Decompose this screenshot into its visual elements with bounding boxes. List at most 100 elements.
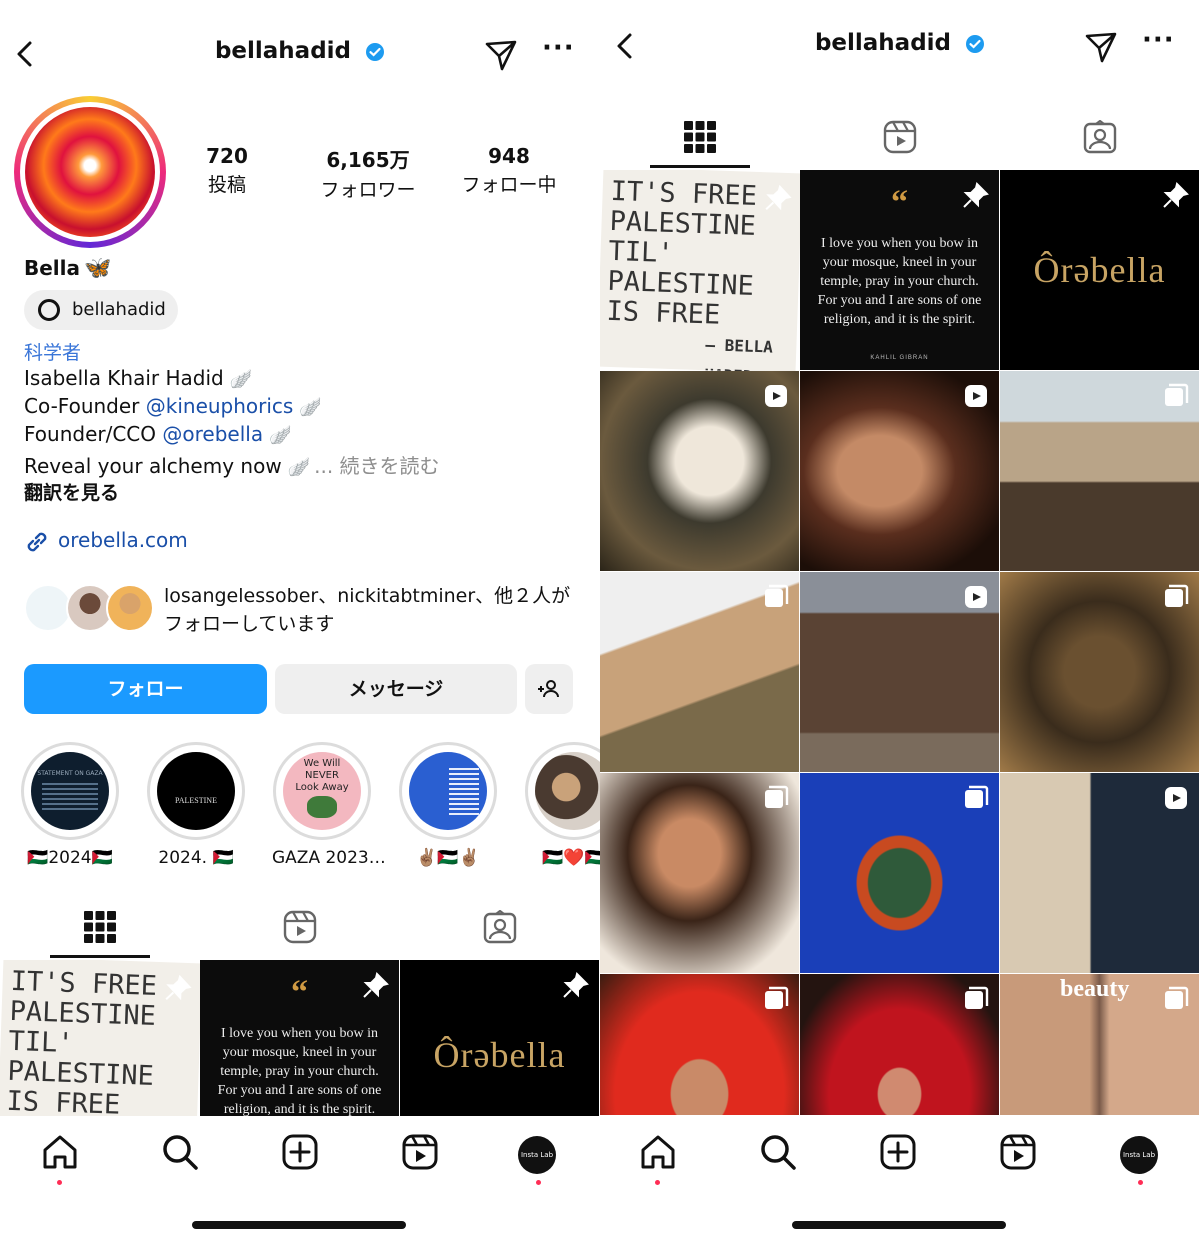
post-tile[interactable] <box>600 371 799 571</box>
nav-search[interactable] <box>758 1132 798 1172</box>
profile-avatar[interactable] <box>14 96 166 248</box>
highlight-cover-text: Look Away <box>295 782 349 793</box>
grid-icon <box>84 911 116 943</box>
highlight-item[interactable]: PALESTINE 2024. 🇵🇸 <box>146 742 246 868</box>
carousel-badge-icon <box>765 584 789 607</box>
send-icon[interactable] <box>484 38 518 72</box>
post-tile[interactable]: IT'S FREE PALESTINE TIL' PALESTINE IS FR… <box>0 960 203 1116</box>
wing-emoji: 🪽 <box>287 457 311 478</box>
stat-posts[interactable]: 720 投稿 <box>188 144 266 197</box>
posts-grid: IT'S FREE PALESTINE TIL' PALESTINE IS FR… <box>0 960 600 1116</box>
followed-by-row[interactable]: losangelessober、nickitabtminer、他２人がフォローし… <box>24 580 584 640</box>
stat-following-value: 948 <box>488 144 530 168</box>
post-tile[interactable]: Ôrəbella <box>400 960 599 1116</box>
bio-text-2: Co-Founder <box>24 394 146 418</box>
post-tile[interactable] <box>1000 572 1199 772</box>
link-icon <box>27 532 47 551</box>
highlight-item[interactable]: ✌🏽🇵🇸✌🏽 <box>398 742 498 868</box>
sign-text: IS FREE <box>605 295 721 331</box>
pin-icon <box>963 182 989 208</box>
carousel-badge-icon <box>765 986 789 1009</box>
more-options-icon[interactable]: ··· <box>542 35 574 66</box>
send-icon[interactable] <box>1084 30 1118 64</box>
highlight-item[interactable]: 🇵🇸❤️🇵🇸 <box>524 742 600 868</box>
bio-line-2: Co-Founder @kineuphorics 🪽 <box>24 394 322 418</box>
nav-search[interactable] <box>160 1132 200 1172</box>
top-bar: bellahadid ··· <box>0 24 600 84</box>
post-tile[interactable] <box>800 371 999 571</box>
stat-following-label: フォロー中 <box>461 174 557 196</box>
verified-badge-icon <box>966 34 985 53</box>
bio-text-4: Reveal your alchemy now <box>24 454 282 478</box>
home-icon <box>641 1135 675 1169</box>
tab-posts[interactable] <box>600 108 800 168</box>
website-link-text: orebella.com <box>58 528 188 552</box>
tab-posts[interactable] <box>0 898 200 958</box>
sign-text: TIL' PALESTINE <box>607 235 755 302</box>
butterfly-emoji: 🦋 <box>84 256 112 281</box>
tab-reels[interactable] <box>200 898 400 958</box>
highlight-cover-text: NEVER <box>305 770 339 781</box>
brand-logo-text: Ôrəbella <box>433 1035 566 1075</box>
stat-posts-value: 720 <box>206 144 248 168</box>
highlight-label: 🇵🇸2024🇵🇸 <box>27 848 113 868</box>
post-tile[interactable] <box>600 773 799 973</box>
content-tabs <box>600 108 1200 168</box>
post-tile[interactable] <box>800 773 999 973</box>
post-tile[interactable] <box>600 974 799 1115</box>
nav-reels[interactable] <box>998 1132 1038 1172</box>
threads-badge[interactable]: bellahadid <box>24 290 178 330</box>
stat-followers-value: 6,165万 <box>326 148 410 172</box>
highlight-item[interactable]: We Will NEVER Look Away GAZA 2023… <box>272 742 386 868</box>
highlight-label: GAZA 2023… <box>272 848 386 868</box>
nav-profile[interactable]: Insta Lab <box>1120 1132 1160 1185</box>
pin-icon <box>1163 182 1189 208</box>
pin-icon <box>765 184 792 211</box>
post-tile[interactable] <box>600 572 799 772</box>
wing-emoji: 🪽 <box>229 369 253 390</box>
nav-create[interactable] <box>878 1132 918 1172</box>
add-user-button[interactable] <box>525 664 573 714</box>
post-tile[interactable] <box>1000 773 1199 973</box>
pin-icon <box>363 972 389 998</box>
follow-button[interactable]: フォロー <box>24 664 267 714</box>
tab-tagged[interactable] <box>400 898 600 958</box>
post-tile[interactable]: “ I love you when you bow in your mosque… <box>200 960 399 1116</box>
highlight-item[interactable]: STATEMENT ON GAZA 🇵🇸2024🇵🇸 <box>20 742 120 868</box>
mention-kineuphorics[interactable]: @kineuphorics <box>146 394 294 418</box>
stat-posts-label: 投稿 <box>207 174 246 196</box>
carousel-badge-icon <box>965 986 989 1009</box>
post-tile[interactable]: Ôrəbella <box>1000 170 1199 370</box>
carousel-badge-icon <box>765 785 789 808</box>
nav-reels[interactable] <box>400 1132 440 1172</box>
profile-avatar-icon: Insta Lab <box>518 1136 556 1174</box>
highlight-label: 🇵🇸❤️🇵🇸 <box>542 848 600 868</box>
nav-create[interactable] <box>280 1132 320 1172</box>
bio-line-4: Reveal your alchemy now 🪽... 続きを読む <box>24 450 440 479</box>
tagged-icon <box>483 910 517 944</box>
more-options-icon[interactable]: ··· <box>1142 27 1174 58</box>
see-translation-link[interactable]: 翻訳を見る <box>24 478 119 505</box>
nav-home[interactable] <box>40 1132 80 1185</box>
post-tile[interactable] <box>800 974 999 1115</box>
quote-text: I love you when you bow in your mosque, … <box>817 236 982 327</box>
website-link[interactable]: orebella.com <box>24 528 188 555</box>
reel-badge-icon <box>965 385 987 407</box>
message-button[interactable]: メッセージ <box>275 664 517 714</box>
stat-following[interactable]: 948 フォロー中 <box>454 144 564 197</box>
post-tile[interactable]: beauty <box>1000 974 1199 1115</box>
post-tile[interactable] <box>800 572 999 772</box>
post-tile[interactable]: “ I love you when you bow in your mosque… <box>800 170 999 370</box>
highlight-cover-text: PALESTINE <box>175 796 217 805</box>
mention-orebella[interactable]: @orebella <box>162 422 263 446</box>
nav-profile[interactable]: Insta Lab <box>518 1132 558 1185</box>
post-tile[interactable] <box>1000 371 1199 571</box>
read-more-link[interactable]: ... 続きを読む <box>314 454 439 478</box>
stat-followers[interactable]: 6,165万 フォロワー <box>312 144 424 202</box>
nav-home[interactable] <box>638 1132 678 1185</box>
tab-tagged[interactable] <box>1000 108 1200 168</box>
highlight-label: 2024. 🇵🇸 <box>158 848 234 868</box>
stat-followers-label: フォロワー <box>320 179 416 201</box>
post-tile[interactable]: IT'S FREE PALESTINE TIL' PALESTINE IS FR… <box>600 170 803 374</box>
tab-reels[interactable] <box>800 108 1000 168</box>
